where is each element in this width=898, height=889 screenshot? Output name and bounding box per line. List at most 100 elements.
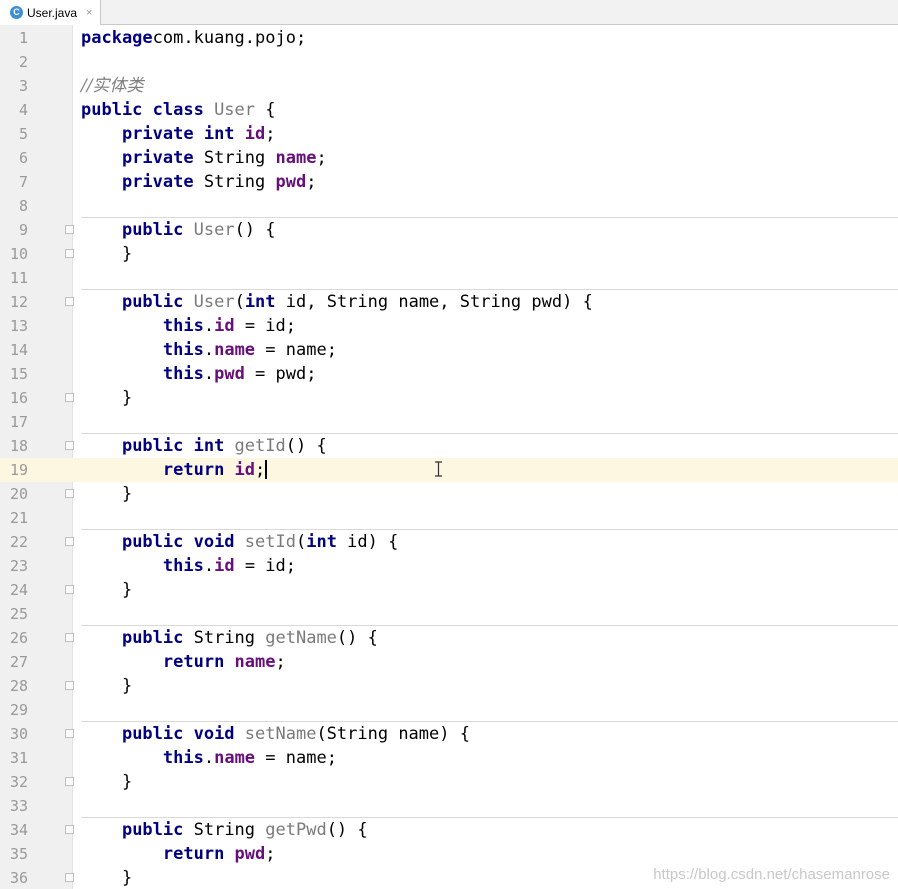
code-line[interactable]: 19 return id; xyxy=(0,458,898,482)
code-line[interactable]: 15 this.pwd = pwd; xyxy=(0,362,898,386)
tab-title: User.java xyxy=(27,5,78,20)
fold-marker-icon[interactable] xyxy=(65,441,74,450)
code-line[interactable]: 4 public class User { xyxy=(0,98,898,122)
code-line[interactable]: 5 private int id; xyxy=(0,122,898,146)
code-text: return id; xyxy=(81,458,268,482)
tab-user-java[interactable]: C User.java × xyxy=(0,0,101,25)
code-line[interactable]: 29 xyxy=(0,698,898,722)
close-icon[interactable]: × xyxy=(86,7,92,19)
fold-marker-icon[interactable] xyxy=(65,777,74,786)
code-text: private String name; xyxy=(81,146,327,170)
code-line[interactable]: 6 private String name; xyxy=(0,146,898,170)
code-token: int xyxy=(306,532,348,552)
code-line[interactable]: 30 public void setName(String name) { xyxy=(0,722,898,746)
code-token: public xyxy=(121,820,194,840)
code-line[interactable]: 34 public String getPwd() { xyxy=(0,818,898,842)
line-number: 29 xyxy=(9,701,28,719)
code-line[interactable]: 14 this.name = name; xyxy=(0,338,898,362)
code-text: private int id; xyxy=(81,122,276,146)
code-token: () { xyxy=(285,436,327,456)
code-line[interactable]: 27 return name; xyxy=(0,650,898,674)
line-number: 8 xyxy=(18,197,28,215)
code-line[interactable]: 3 //实体类 xyxy=(0,74,898,98)
fold-marker-icon[interactable] xyxy=(65,729,74,738)
code-line[interactable]: 24 } xyxy=(0,578,898,602)
code-text: return name; xyxy=(81,650,286,674)
code-line[interactable]: 2 xyxy=(0,50,898,74)
code-token: return xyxy=(162,460,235,480)
line-number: 25 xyxy=(9,605,28,623)
code-line[interactable]: 31 this.name = name; xyxy=(0,746,898,770)
code-text: public class User { xyxy=(81,98,276,122)
code-line[interactable]: 21 xyxy=(0,506,898,530)
code-line[interactable]: 18 public int getId() { xyxy=(0,434,898,458)
line-number: 4 xyxy=(18,101,28,119)
code-line[interactable]: 20 } xyxy=(0,482,898,506)
fold-marker-icon[interactable] xyxy=(65,873,74,882)
code-token: String xyxy=(193,820,266,840)
code-token: } xyxy=(81,580,133,600)
fold-marker-icon[interactable] xyxy=(65,393,74,402)
class-c-icon: C xyxy=(10,6,23,19)
line-number: 21 xyxy=(9,509,28,527)
code-token: } xyxy=(81,676,133,696)
code-token: setName xyxy=(244,724,317,744)
code-line[interactable]: 23 this.id = id; xyxy=(0,554,898,578)
code-token: } xyxy=(81,772,133,792)
fold-marker-icon[interactable] xyxy=(65,585,74,594)
code-token: = name; xyxy=(255,748,337,768)
code-line[interactable]: 25 xyxy=(0,602,898,626)
code-text: } xyxy=(81,386,132,410)
code-line[interactable]: 22 public void setId(int id) { xyxy=(0,530,898,554)
code-line[interactable]: 8 xyxy=(0,194,898,218)
code-line[interactable]: 17 xyxy=(0,410,898,434)
code-line[interactable]: 28 } xyxy=(0,674,898,698)
fold-marker-icon[interactable] xyxy=(65,825,74,834)
line-number: 6 xyxy=(18,149,28,167)
code-token: (String name) { xyxy=(316,724,470,744)
code-text: public int getId() { xyxy=(81,434,327,458)
fold-marker-icon[interactable] xyxy=(65,681,74,690)
code-line[interactable]: 11 xyxy=(0,266,898,290)
code-token: this xyxy=(162,340,204,360)
fold-marker-icon[interactable] xyxy=(65,249,74,258)
code-line[interactable]: 13 this.id = id; xyxy=(0,314,898,338)
code-token: id xyxy=(214,556,235,576)
fold-marker-icon[interactable] xyxy=(65,297,74,306)
code-token: = name; xyxy=(255,340,337,360)
code-token: () { xyxy=(336,628,378,648)
code-line[interactable]: 16 } xyxy=(0,386,898,410)
code-line[interactable]: 26 public String getName() { xyxy=(0,626,898,650)
code-token: public xyxy=(121,628,194,648)
code-text: this.id = id; xyxy=(81,554,296,578)
code-token: . xyxy=(203,748,215,768)
code-editor[interactable]: 1 packagecom.kuang.pojo; 2 3//实体类 4 public cl… xyxy=(0,25,898,889)
line-number: 18 xyxy=(9,437,28,455)
line-number: 26 xyxy=(9,629,28,647)
fold-marker-icon[interactable] xyxy=(65,489,74,498)
code-line[interactable]: 12 public User(int id, String name, Stri… xyxy=(0,290,898,314)
code-line[interactable]: 32 } xyxy=(0,770,898,794)
line-number: 5 xyxy=(18,125,28,143)
code-line[interactable]: 10 } xyxy=(0,242,898,266)
fold-marker-icon[interactable] xyxy=(65,633,74,642)
code-token: ; xyxy=(265,124,276,144)
code-text: return pwd; xyxy=(81,842,276,866)
code-line[interactable]: 1 packagecom.kuang.pojo; xyxy=(0,26,898,50)
fold-marker-icon[interactable] xyxy=(65,225,74,234)
code-line[interactable]: 33 xyxy=(0,794,898,818)
code-line[interactable]: 35 return pwd; xyxy=(0,842,898,866)
line-number: 20 xyxy=(9,485,28,503)
line-number: 22 xyxy=(9,533,28,551)
code-line[interactable]: 7 private String pwd; xyxy=(0,170,898,194)
fold-marker-icon[interactable] xyxy=(65,537,74,546)
code-line[interactable]: 9 public User() { xyxy=(0,218,898,242)
code-token: public void xyxy=(121,532,245,552)
